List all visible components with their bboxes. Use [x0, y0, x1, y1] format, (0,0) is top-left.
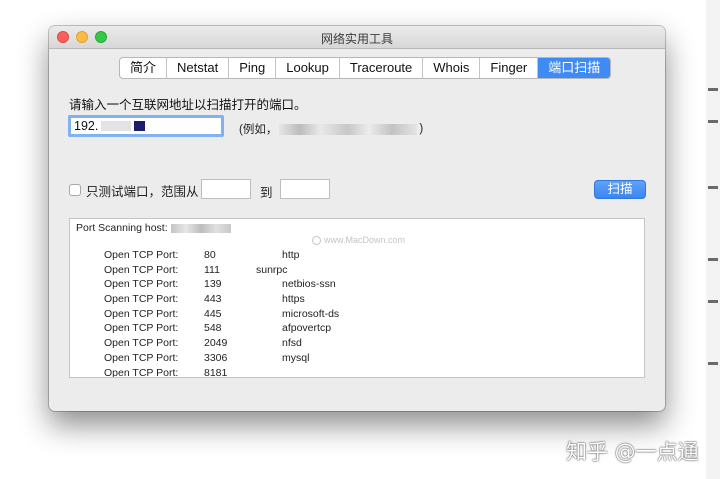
- row-label: Open TCP Port:: [104, 337, 179, 350]
- tab-info[interactable]: 简介: [120, 58, 168, 78]
- range-from-input[interactable]: [201, 179, 251, 199]
- row-service: http: [282, 249, 300, 261]
- row-label: Open TCP Port:: [104, 351, 179, 364]
- only-test-ports-label: 只测试端口，范围从: [86, 184, 199, 199]
- window-title: 网络实用工具: [320, 32, 393, 46]
- table-row: Open TCP Port: 445 microsoft-ds: [104, 308, 624, 323]
- table-row: Open TCP Port: 139 netbios-ssn: [104, 278, 624, 293]
- row-label: Open TCP Port:: [104, 263, 179, 276]
- background-edge: [706, 0, 720, 479]
- row-port: 3306: [204, 351, 228, 364]
- row-service: mysql: [282, 351, 310, 364]
- row-label: Open TCP Port:: [104, 249, 179, 261]
- row-port: 8181: [204, 366, 228, 378]
- network-utility-window: 网络实用工具 简介 Netstat Ping Lookup Traceroute…: [49, 26, 665, 411]
- row-port: 2049: [204, 337, 228, 350]
- tab-bar: 简介 Netstat Ping Lookup Traceroute Whois …: [119, 57, 612, 79]
- row-service: https: [282, 293, 305, 306]
- row-service: afpovertcp: [282, 322, 332, 335]
- scan-button[interactable]: 扫描: [594, 180, 646, 199]
- watermark-text: www.MacDown.com: [324, 235, 406, 245]
- redacted-host: [170, 223, 231, 233]
- row-service: nfsd: [282, 337, 302, 350]
- row-label: Open TCP Port:: [104, 278, 179, 291]
- row-label: Open TCP Port:: [104, 366, 179, 378]
- table-row: Open TCP Port: 111 sunrpc: [104, 264, 624, 279]
- output-header-text: Port Scanning host:: [76, 222, 168, 234]
- title-bar[interactable]: 网络实用工具: [49, 26, 665, 49]
- tab-whois[interactable]: Whois: [423, 58, 481, 78]
- tab-lookup[interactable]: Lookup: [276, 58, 340, 78]
- row-port: 139: [204, 278, 222, 291]
- row-service: microsoft-ds: [282, 307, 340, 320]
- port-list: Open TCP Port: 80 http Open TCP Port: 11…: [104, 249, 624, 378]
- row-service: sunrpc: [256, 263, 288, 276]
- address-input-value: 192.: [74, 119, 99, 133]
- row-label: Open TCP Port:: [104, 307, 179, 320]
- row-port: 445: [204, 307, 222, 320]
- tab-ping[interactable]: Ping: [229, 58, 277, 78]
- range-to-label: 到: [260, 186, 273, 200]
- tab-traceroute[interactable]: Traceroute: [340, 58, 424, 78]
- address-prompt: 请输入一个互联网地址以扫描打开的端口。: [69, 98, 307, 112]
- table-row: Open TCP Port: 8181: [104, 366, 624, 378]
- redacted-example-address: [279, 123, 418, 135]
- macdown-watermark: www.MacDown.com: [312, 235, 405, 245]
- port-range-option[interactable]: 只测试端口，范围从: [69, 181, 199, 199]
- address-example: (例如， ): [239, 121, 423, 137]
- table-row: Open TCP Port: 80 http: [104, 249, 624, 264]
- table-row: Open TCP Port: 443 https: [104, 293, 624, 308]
- watermark-logo-icon: [312, 235, 321, 245]
- row-service: netbios-ssn: [282, 278, 336, 291]
- row-label: Open TCP Port:: [104, 293, 179, 306]
- address-input[interactable]: 192.: [68, 115, 224, 137]
- row-label: Open TCP Port:: [104, 322, 179, 335]
- range-to-input[interactable]: [280, 179, 330, 199]
- tab-finger[interactable]: Finger: [480, 58, 539, 78]
- zhihu-watermark: 知乎 @一点通: [566, 440, 699, 464]
- tab-netstat[interactable]: Netstat: [167, 58, 230, 78]
- row-port: 548: [204, 322, 222, 335]
- example-suffix: ): [419, 123, 424, 135]
- tab-port-scan[interactable]: 端口扫描: [538, 58, 611, 78]
- redacted-address-part: [101, 121, 132, 131]
- row-port: 443: [204, 293, 222, 306]
- table-row: Open TCP Port: 2049 nfsd: [104, 337, 624, 352]
- scan-output[interactable]: Port Scanning host: www.MacDown.com Open…: [69, 218, 645, 378]
- table-row: Open TCP Port: 548 afpovertcp: [104, 322, 624, 337]
- table-row: Open TCP Port: 3306 mysql: [104, 352, 624, 367]
- output-header: Port Scanning host:: [76, 222, 231, 234]
- redacted-address-mark: [134, 121, 146, 131]
- row-port: 111: [204, 263, 220, 276]
- example-prefix: (例如，: [239, 124, 278, 136]
- row-port: 80: [204, 249, 216, 261]
- only-test-ports-checkbox[interactable]: [69, 184, 81, 196]
